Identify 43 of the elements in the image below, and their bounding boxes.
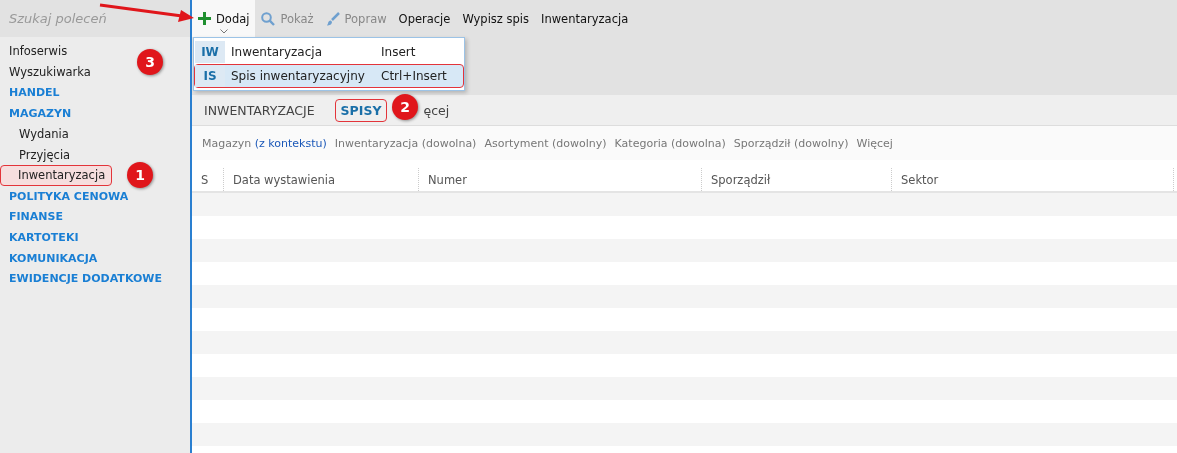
search-icon bbox=[261, 11, 276, 26]
caret-icon bbox=[220, 29, 228, 34]
filter-link[interactable]: Inwentaryzacja (dowolna) bbox=[334, 136, 477, 150]
shortcut-label: Insert bbox=[381, 45, 417, 59]
brush-icon bbox=[325, 11, 340, 26]
code-label: IW bbox=[195, 41, 225, 63]
filter-link[interactable]: Magazyn (z kontekstu) bbox=[202, 136, 327, 150]
column-header[interactable]: Data wystawienia bbox=[224, 168, 419, 191]
sidebar-item[interactable]: KARTOTEKI bbox=[0, 227, 83, 248]
filter-link[interactable]: Więcej bbox=[856, 136, 893, 150]
tab[interactable]: INWENTARYZACJE bbox=[198, 98, 321, 122]
column-header[interactable]: S bbox=[192, 168, 224, 191]
column-header[interactable]: Sporządził bbox=[702, 168, 892, 191]
menu-item-label: Spis inwentaryzacyjny bbox=[230, 69, 366, 83]
tab[interactable]: SPISY bbox=[334, 98, 388, 122]
toolbar-button[interactable]: Dodaj bbox=[192, 0, 256, 37]
sidebar-item[interactable]: HANDEL bbox=[0, 82, 64, 104]
shortcut-label: Ctrl+Insert bbox=[381, 69, 448, 83]
code-label: IS bbox=[195, 65, 225, 87]
filter-link[interactable]: Sporządził (dowolny) bbox=[733, 136, 849, 150]
sidebar-item[interactable]: Inwentaryzacja bbox=[0, 165, 113, 186]
sidebar-item[interactable]: POLITYKA CENOWA bbox=[0, 185, 133, 207]
plus-icon bbox=[198, 12, 211, 25]
sidebar-item[interactable]: Wyszukiwarka bbox=[0, 61, 95, 83]
menu-item-label: Inwentaryzacja bbox=[230, 45, 323, 59]
menu-item[interactable]: IW Inwentaryzacja Insert bbox=[194, 40, 464, 64]
toolbar-button[interactable]: Inwentaryzacja bbox=[535, 0, 635, 37]
column-header[interactable]: Sektor bbox=[892, 168, 1174, 191]
sidebar-item[interactable]: KOMUNIKACJA bbox=[0, 247, 102, 269]
column-header[interactable]: Numer bbox=[419, 168, 702, 191]
filter-link[interactable]: Asortyment (dowolny) bbox=[484, 136, 607, 150]
toolbar-button[interactable]: Wypisz spis bbox=[456, 0, 536, 37]
sidebar-item[interactable]: Infoserwis bbox=[0, 41, 72, 62]
filter-link[interactable]: Kategoria (dowolna) bbox=[614, 136, 726, 150]
tab[interactable]: ęcej bbox=[417, 98, 456, 122]
sidebar-item[interactable]: FINANSE bbox=[0, 206, 67, 228]
search-field[interactable]: Szukaj poleceń bbox=[0, 0, 190, 37]
sidebar-item[interactable]: MAGAZYN bbox=[0, 103, 76, 124]
menu-item[interactable]: IS Spis inwentaryzacyjny Ctrl+Insert bbox=[194, 64, 464, 88]
sidebar-item[interactable]: Wydania bbox=[0, 123, 73, 145]
toolbar-button[interactable]: Operacje bbox=[392, 0, 457, 37]
sidebar-item[interactable]: EWIDENCJE DODATKOWE bbox=[0, 268, 166, 290]
sidebar-item[interactable]: Przyjęcia bbox=[0, 144, 75, 166]
